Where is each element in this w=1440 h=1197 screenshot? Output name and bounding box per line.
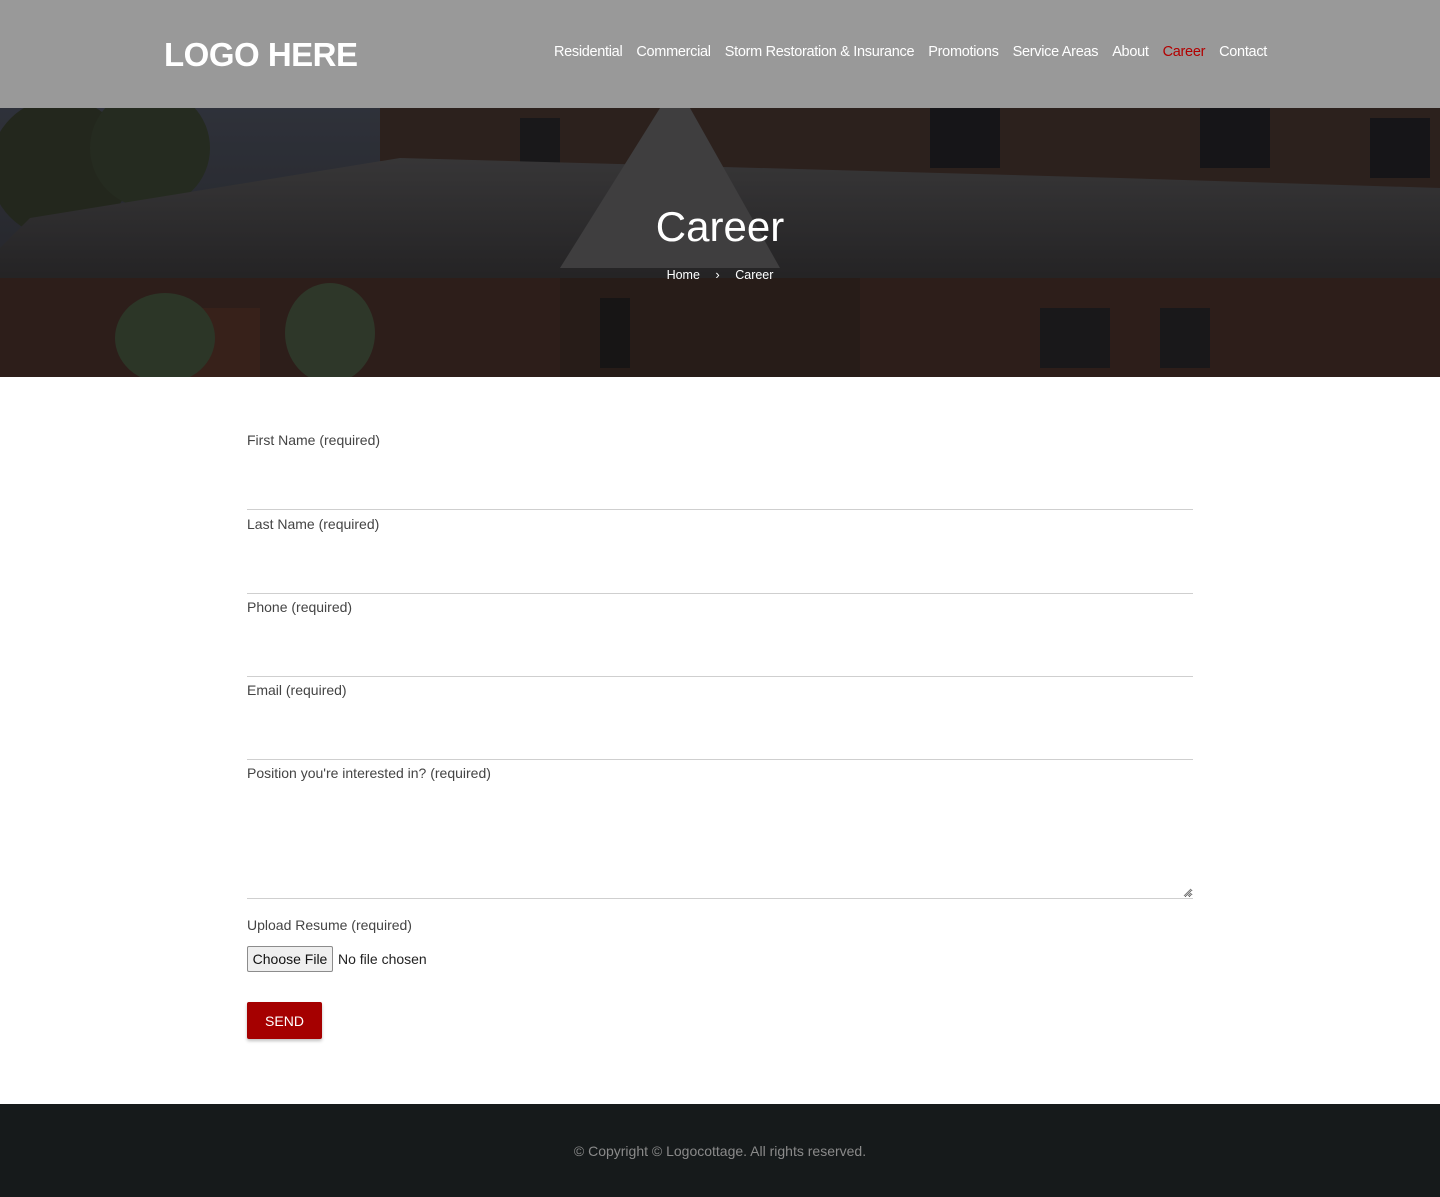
chevron-right-icon: › <box>715 267 720 283</box>
position-textarea[interactable] <box>247 807 1193 899</box>
file-upload: Choose File No file chosen <box>247 946 427 972</box>
site-logo[interactable]: LOGO HERE <box>164 36 358 74</box>
nav-item-contact[interactable]: Contact <box>1219 44 1267 60</box>
resume-label: Upload Resume (required) <box>247 917 412 933</box>
choose-file-button[interactable]: Choose File <box>247 946 333 972</box>
position-field: Position you're interested in? (required… <box>247 765 1193 899</box>
breadcrumb: Home › Career <box>0 267 1440 282</box>
email-input[interactable] <box>247 728 1193 760</box>
site-footer: © Copyright © Logocottage. All rights re… <box>0 1104 1440 1197</box>
send-button[interactable]: SEND <box>247 1002 322 1039</box>
nav-item-commercial[interactable]: Commercial <box>636 44 711 60</box>
page-title: Career <box>655 203 785 250</box>
nav-item-career[interactable]: Career <box>1163 44 1206 60</box>
resize-handle-icon[interactable] <box>1183 888 1192 897</box>
nav-item-service-areas[interactable]: Service Areas <box>1013 44 1099 60</box>
file-status: No file chosen <box>338 951 427 967</box>
page-hero: Career Home › Career <box>0 108 1440 377</box>
email-field: Email (required) <box>247 682 1193 760</box>
breadcrumb-home[interactable]: Home <box>667 268 700 282</box>
site-header: LOGO HERE Residential Commercial Storm R… <box>0 0 1440 108</box>
phone-input[interactable] <box>247 645 1193 677</box>
last-name-label: Last Name (required) <box>247 516 380 532</box>
first-name-label: First Name (required) <box>247 432 381 448</box>
email-label: Email (required) <box>247 682 347 698</box>
last-name-field: Last Name (required) <box>247 516 1193 594</box>
nav-item-about[interactable]: About <box>1112 44 1149 60</box>
copyright-text: © Copyright © Logocottage. All rights re… <box>573 1143 867 1159</box>
phone-field: Phone (required) <box>247 599 1193 677</box>
position-label: Position you're interested in? (required… <box>247 765 491 781</box>
first-name-field: First Name (required) <box>247 432 1193 510</box>
breadcrumb-current: Career <box>735 267 774 282</box>
last-name-input[interactable] <box>247 562 1193 594</box>
nav-item-promotions[interactable]: Promotions <box>928 44 999 60</box>
nav-item-residential[interactable]: Residential <box>554 44 623 60</box>
main-nav: Residential Commercial Storm Restoration… <box>554 44 1267 60</box>
nav-item-storm-restoration[interactable]: Storm Restoration & Insurance <box>725 44 915 60</box>
resume-field: Upload Resume (required) <box>247 917 412 933</box>
phone-label: Phone (required) <box>247 599 353 615</box>
first-name-input[interactable] <box>247 478 1193 510</box>
